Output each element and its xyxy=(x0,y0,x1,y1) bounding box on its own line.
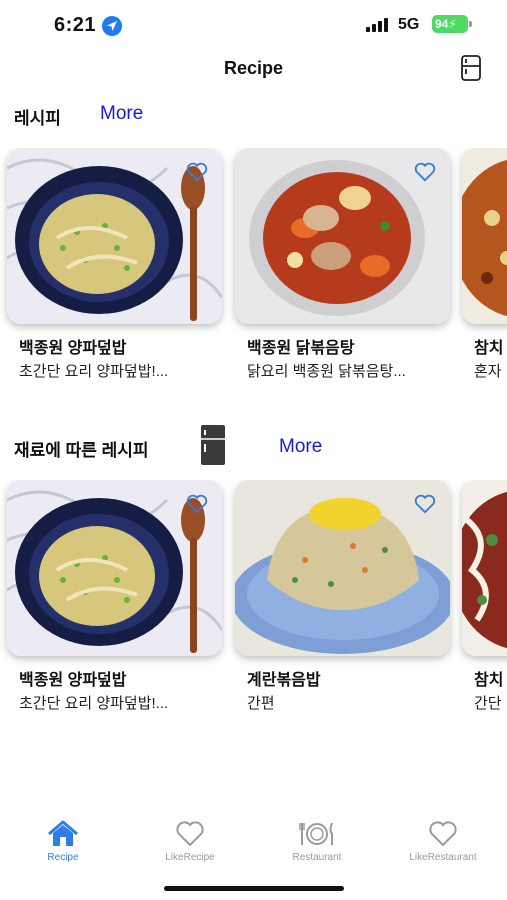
battery-icon: 94⚡ xyxy=(432,15,468,33)
section-title-recipes: 레시피 xyxy=(14,109,61,128)
recipe-image xyxy=(462,148,507,324)
recipe-image xyxy=(7,148,222,324)
heart-icon xyxy=(429,821,457,847)
recipe-description: 초간단 요리 양파덮밥!... xyxy=(19,363,169,380)
more-button-ingredients[interactable]: More xyxy=(279,436,322,458)
fridge-icon xyxy=(200,424,226,466)
tab-label: Restaurant xyxy=(292,852,342,863)
network-type: 5G xyxy=(398,16,420,33)
recipe-card[interactable]: 백종원 양파덮밥 초간단 요리 양파덮밥!... xyxy=(7,148,222,388)
tab-recipe[interactable]: Recipe xyxy=(8,820,118,870)
battery-level: 94 xyxy=(435,17,449,31)
recipe-description: 초간단 요리 양파덮밥!... xyxy=(19,695,169,712)
home-icon xyxy=(48,820,78,846)
tab-label: LikeRecipe xyxy=(165,852,215,863)
recipe-card[interactable]: 계란볶음밥 간편 xyxy=(235,480,450,720)
recipe-description: 간단 xyxy=(474,695,502,712)
tab-like-recipe[interactable]: LikeRecipe xyxy=(135,820,245,870)
favorite-heart-icon[interactable] xyxy=(414,162,436,182)
tab-label: LikeRestaurant xyxy=(409,852,477,863)
tab-label: Recipe xyxy=(47,852,79,863)
ingredient-recipe-carousel[interactable]: 백종원 양파덮밥 초간단 요리 양파덮밥!... 계란볶음밥 간편 참치 간단 xyxy=(0,480,507,720)
recipe-card[interactable]: 참치 혼자 xyxy=(462,148,507,388)
status-time: 6:21 xyxy=(54,14,97,36)
battery-cap xyxy=(469,21,472,27)
favorite-heart-icon[interactable] xyxy=(186,162,208,182)
tab-restaurant[interactable]: Restaurant xyxy=(262,820,372,870)
recipe-image xyxy=(235,480,450,656)
recipe-title: 백종원 양파덮밥 xyxy=(19,340,127,357)
recipe-description: 닭요리 백종원 닭볶음탕... xyxy=(247,363,406,380)
recipe-image xyxy=(462,480,507,656)
recipe-title: 참치 xyxy=(474,340,504,357)
cellular-signal-icon xyxy=(366,18,392,32)
recipe-image xyxy=(235,148,450,324)
tab-like-restaurant[interactable]: LikeRestaurant xyxy=(388,820,498,870)
recipe-title: 백종원 양파덮밥 xyxy=(19,672,127,689)
page-title: Recipe xyxy=(223,58,284,78)
recipe-title: 백종원 닭볶음탕 xyxy=(247,340,355,357)
recipe-card[interactable]: 백종원 양파덮밥 초간단 요리 양파덮밥!... xyxy=(7,480,222,720)
home-indicator[interactable] xyxy=(164,886,344,891)
heart-icon xyxy=(176,821,204,847)
section-title-ingredients: 재료에 따른 레시피 xyxy=(14,441,149,460)
favorite-heart-icon[interactable] xyxy=(186,494,208,514)
recipe-card[interactable]: 백종원 닭볶음탕 닭요리 백종원 닭볶음탕... xyxy=(235,148,450,388)
more-button-recipes[interactable]: More xyxy=(100,103,143,125)
recipe-title: 계란볶음밥 xyxy=(247,672,321,689)
recipe-description: 혼자 xyxy=(474,363,502,380)
dining-icon xyxy=(299,822,333,845)
recipe-description: 간편 xyxy=(247,695,275,712)
recipe-image xyxy=(7,480,222,656)
tab-bar: Recipe LikeRecipe Restaurant LikeRestaur… xyxy=(0,820,507,870)
fridge-icon[interactable] xyxy=(460,55,482,81)
favorite-heart-icon[interactable] xyxy=(414,494,436,514)
location-arrow-icon xyxy=(102,16,122,36)
recipe-card[interactable]: 참치 간단 xyxy=(462,480,507,720)
recipe-carousel[interactable]: 백종원 양파덮밥 초간단 요리 양파덮밥!... 백종원 닭볶음탕 닭요리 백종… xyxy=(0,148,507,388)
recipe-title: 참치 xyxy=(474,672,504,689)
status-bar: 6:21 5G 94⚡ xyxy=(0,0,507,50)
